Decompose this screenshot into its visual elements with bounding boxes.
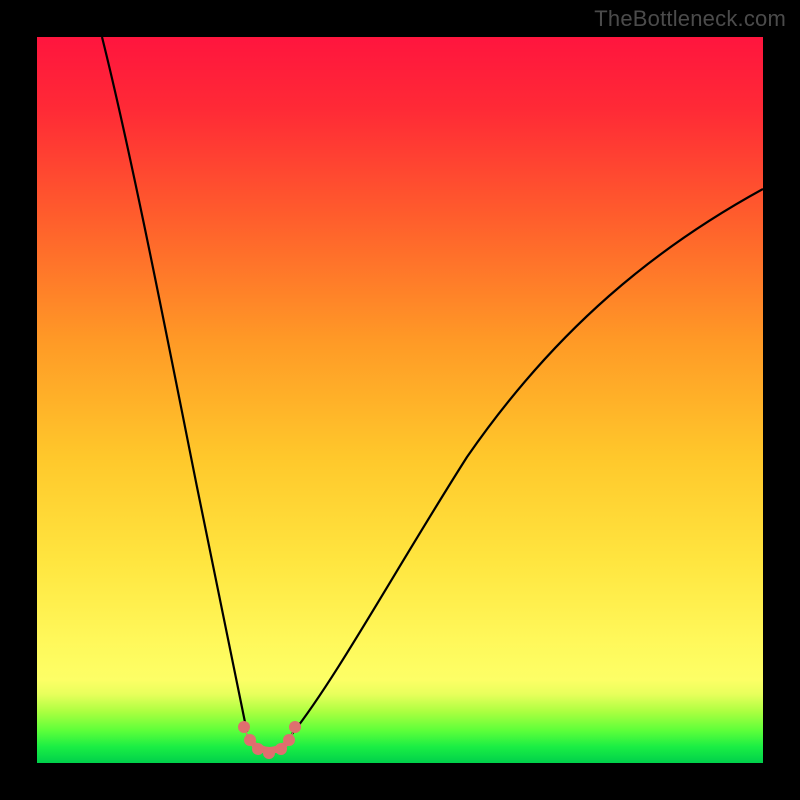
chart-curves: [37, 37, 763, 763]
trough-markers: [238, 721, 301, 759]
plot-area: [37, 37, 763, 763]
curve-right-branch: [292, 189, 763, 734]
curve-left-branch: [102, 37, 247, 732]
chart-stage: TheBottleneck.com: [0, 0, 800, 800]
watermark-text: TheBottleneck.com: [594, 6, 786, 32]
